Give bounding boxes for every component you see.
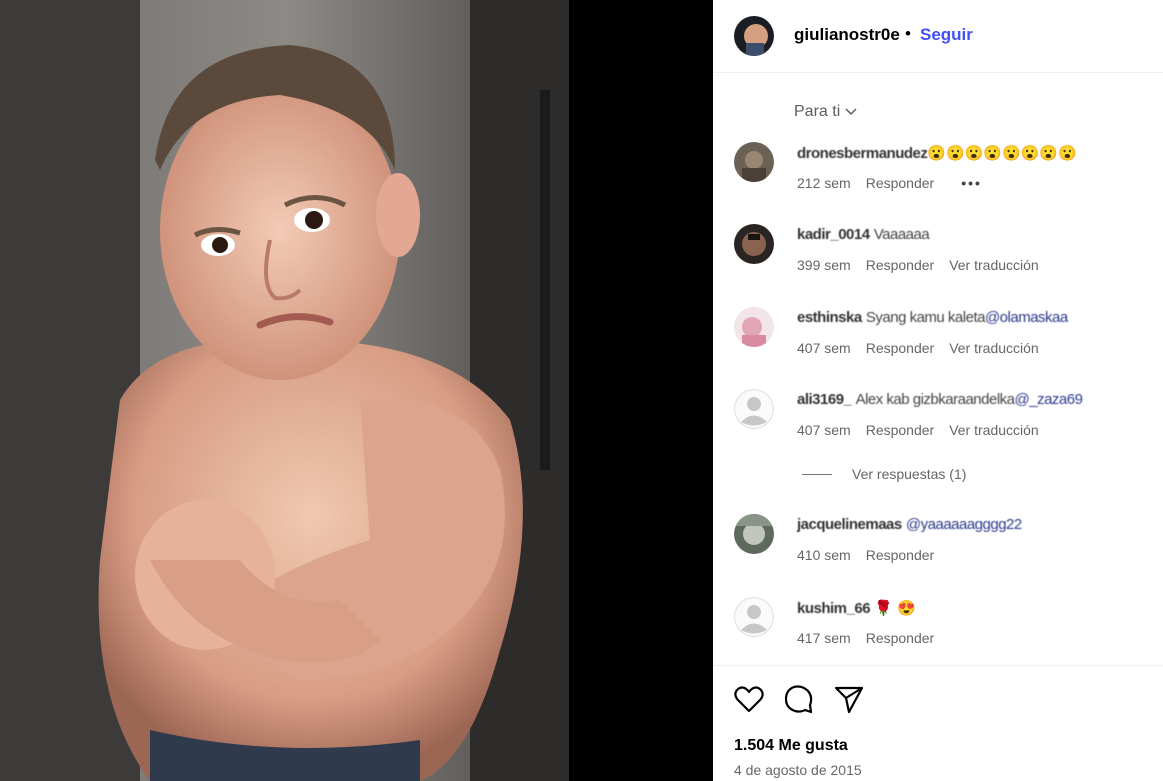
- comment-item: dronesbermanudez😮😮😮😮😮😮😮😮 212 sem Respond…: [713, 142, 1163, 212]
- follow-button[interactable]: Seguir: [920, 25, 973, 45]
- comment-time[interactable]: 407 sem: [797, 422, 851, 438]
- commenter-avatar[interactable]: [734, 142, 774, 182]
- default-avatar-icon[interactable]: [734, 597, 774, 637]
- comment-meta: 410 sem Responder: [797, 547, 934, 563]
- comment-text: ali3169_ Alex kab gizbkaraandelka@_zaza6…: [797, 391, 1083, 408]
- comment-meta: 399 sem Responder Ver traducción: [797, 257, 1039, 273]
- view-replies-button[interactable]: Ver respuestas (1): [802, 466, 966, 482]
- commenter-username[interactable]: dronesbermanudez: [797, 145, 928, 162]
- comment-item: esthinska Syang kamu kaleta@olamaskaa 40…: [713, 307, 1163, 377]
- comment-item: jacquelinemaas @yaaaaaagggg22 410 sem Re…: [713, 514, 1163, 584]
- comment-text: kadir_0014 Vaaaaaa: [797, 226, 930, 243]
- comment-text: dronesbermanudez😮😮😮😮😮😮😮😮: [797, 144, 1077, 162]
- comment-icon[interactable]: [783, 683, 815, 715]
- comment-body: Vaaaaaa: [873, 226, 930, 243]
- comment-filter-label: Para ti: [794, 103, 841, 120]
- comment-item: kushim_66 🌹 😍 417 sem Responder: [713, 597, 1163, 667]
- comment-meta: 407 sem Responder Ver traducción: [797, 340, 1039, 356]
- photo-letterbox: [569, 0, 713, 781]
- share-icon[interactable]: [833, 683, 865, 715]
- commenter-username[interactable]: jacquelinemaas: [797, 516, 902, 533]
- separator-dot: •: [905, 24, 911, 43]
- comment-filter-dropdown[interactable]: Para ti: [794, 103, 858, 121]
- comment-meta: 212 sem Responder •••: [797, 175, 982, 191]
- reply-button[interactable]: Responder: [866, 422, 935, 438]
- comment-text: jacquelinemaas @yaaaaaagggg22: [797, 516, 1022, 533]
- commenter-username[interactable]: esthinska: [797, 309, 862, 326]
- comment-body: Syang kamu kaleta: [865, 309, 986, 326]
- actions-divider: [713, 665, 1163, 666]
- reply-button[interactable]: Responder: [866, 630, 935, 646]
- comment-body: 😮😮😮😮😮😮😮😮: [927, 145, 1077, 162]
- view-replies-label: Ver respuestas (1): [852, 466, 967, 482]
- commenter-username[interactable]: kadir_0014: [797, 226, 870, 243]
- comment-meta: 407 sem Responder Ver traducción: [797, 422, 1039, 438]
- translate-button[interactable]: Ver traducción: [949, 257, 1039, 273]
- comment-text: esthinska Syang kamu kaleta@olamaskaa: [797, 309, 1068, 326]
- commenter-avatar[interactable]: [734, 514, 774, 554]
- commenter-username[interactable]: kushim_66: [797, 600, 871, 617]
- likes-count[interactable]: 1.504 Me gusta: [734, 737, 848, 755]
- comment-time[interactable]: 417 sem: [797, 630, 851, 646]
- comment-text: kushim_66 🌹 😍: [797, 599, 916, 617]
- commenter-avatar[interactable]: [734, 224, 774, 264]
- reply-button[interactable]: Responder: [866, 175, 935, 191]
- post-date: 4 de agosto de 2015: [734, 762, 862, 778]
- post-header: giulianostr0e • Seguir: [713, 0, 1163, 73]
- comment-mention[interactable]: @yaaaaaagggg22: [906, 516, 1022, 533]
- author-username[interactable]: giulianostr0e: [794, 25, 900, 45]
- replies-line: [802, 473, 832, 475]
- commenter-avatar[interactable]: [734, 307, 774, 347]
- author-avatar[interactable]: [734, 16, 774, 56]
- reply-button[interactable]: Responder: [866, 257, 935, 273]
- comment-mention[interactable]: @_zaza69: [1015, 391, 1083, 408]
- reply-button[interactable]: Responder: [866, 547, 935, 563]
- comment-time[interactable]: 399 sem: [797, 257, 851, 273]
- comment-time[interactable]: 407 sem: [797, 340, 851, 356]
- default-avatar-icon[interactable]: [734, 389, 774, 429]
- comment-mention[interactable]: @olamaskaa: [985, 309, 1068, 326]
- comment-body: 🌹 😍: [874, 600, 916, 617]
- comment-time[interactable]: 410 sem: [797, 547, 851, 563]
- commenter-username[interactable]: ali3169_: [797, 391, 852, 408]
- chevron-down-icon: [845, 108, 857, 116]
- heart-icon[interactable]: [733, 683, 765, 715]
- more-options-icon[interactable]: •••: [961, 175, 982, 191]
- post-side-panel: giulianostr0e • Seguir Para ti dronesber…: [713, 0, 1163, 781]
- post-actions: [733, 683, 865, 715]
- translate-button[interactable]: Ver traducción: [949, 422, 1039, 438]
- reply-button[interactable]: Responder: [866, 340, 935, 356]
- comment-time[interactable]: 212 sem: [797, 175, 851, 191]
- post-photo[interactable]: [0, 0, 569, 781]
- translate-button[interactable]: Ver traducción: [949, 340, 1039, 356]
- comment-item: ali3169_ Alex kab gizbkaraandelka@_zaza6…: [713, 389, 1163, 459]
- comment-body: Alex kab gizbkaraandelka: [855, 391, 1015, 408]
- comment-item: kadir_0014 Vaaaaaa 399 sem Responder Ver…: [713, 224, 1163, 294]
- comment-meta: 417 sem Responder: [797, 630, 934, 646]
